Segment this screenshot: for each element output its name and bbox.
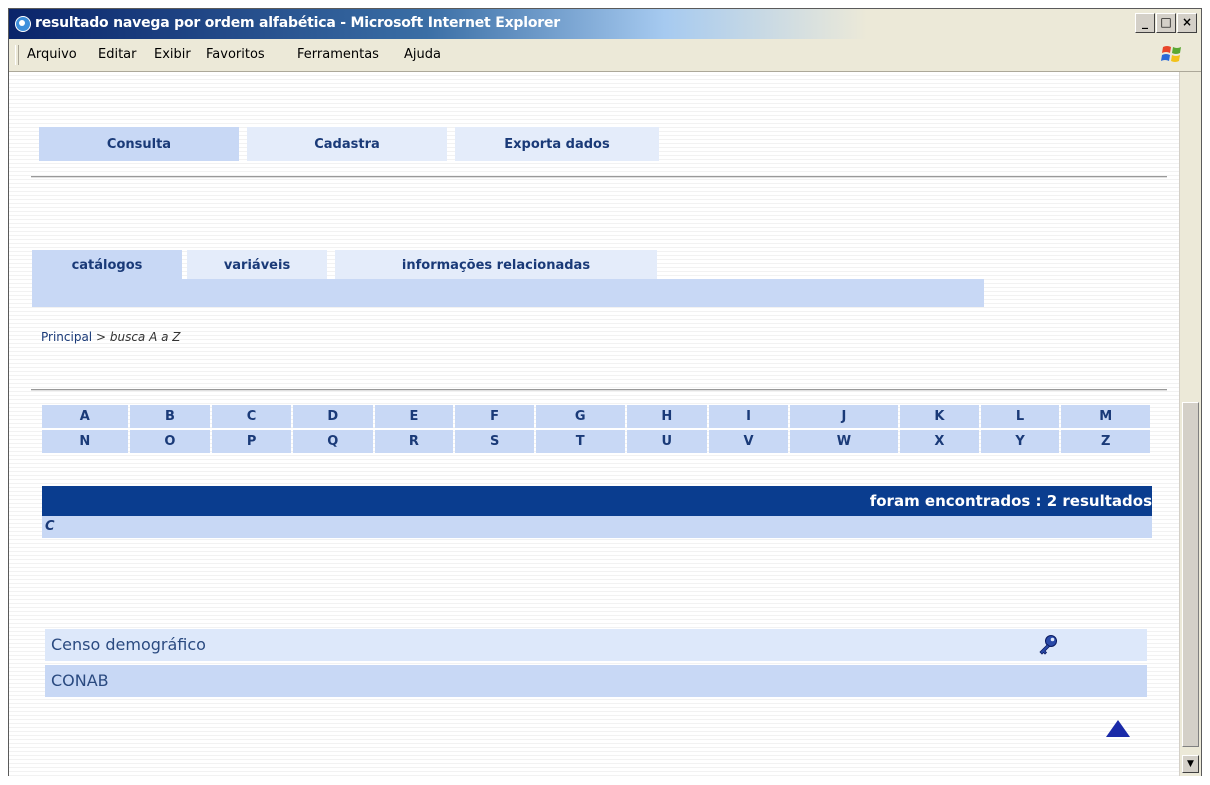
letter-link-o[interactable]: O (129, 430, 211, 453)
subtab-content-bar (32, 279, 984, 307)
key-icon[interactable] (1037, 634, 1059, 656)
letter-link-h[interactable]: H (626, 405, 708, 428)
top-divider (31, 176, 1167, 178)
alphabet-row-1: A B C D E F G H I J K L M (42, 405, 1150, 428)
letter-link-d[interactable]: D (292, 405, 373, 428)
minimize-button[interactable]: _ (1135, 13, 1155, 33)
letter-link-u[interactable]: U (626, 430, 708, 453)
letter-link-b[interactable]: B (129, 405, 211, 428)
letter-link-s[interactable]: S (455, 430, 534, 453)
letter-link-v[interactable]: V (709, 430, 788, 453)
letter-link-i[interactable]: I (709, 405, 788, 428)
letter-link-j[interactable]: J (789, 405, 899, 428)
alphabet-index: A B C D E F G H I J K L M N O P Q R S T … (42, 405, 1150, 455)
result-link-censo-demografico[interactable]: Censo demográfico (51, 635, 206, 654)
menu-editar[interactable]: Editar (98, 47, 137, 62)
close-button[interactable]: × (1177, 13, 1197, 33)
menu-ferramentas[interactable]: Ferramentas (297, 47, 379, 62)
result-row: CONAB (45, 665, 1147, 697)
alphabet-divider (31, 389, 1167, 391)
windows-logo-icon (1161, 46, 1181, 62)
letter-link-l[interactable]: L (980, 405, 1060, 428)
breadcrumb-separator: > (95, 330, 107, 344)
menu-bar: Arquivo Editar Exibir Favoritos Ferramen… (9, 39, 1201, 72)
letter-link-r[interactable]: R (374, 430, 454, 453)
browser-window: resultado navega por ordem alfabética - … (8, 8, 1202, 776)
tab-informacoes-relacionadas[interactable]: informações relacionadas (335, 250, 657, 280)
letter-link-g[interactable]: G (535, 405, 625, 428)
menu-arquivo[interactable]: Arquivo (27, 47, 77, 62)
tab-cadastra[interactable]: Cadastra (247, 127, 447, 161)
maximize-button[interactable]: □ (1156, 13, 1176, 33)
page-content: Consulta Cadastra Exporta dados catálogo… (9, 72, 1179, 776)
letter-link-e[interactable]: E (374, 405, 454, 428)
tab-catalogos[interactable]: catálogos (32, 250, 182, 280)
result-group-letter: C (45, 519, 55, 534)
tab-consulta[interactable]: Consulta (39, 127, 239, 161)
toolbar-grip[interactable] (15, 45, 19, 65)
letter-link-k[interactable]: K (900, 405, 979, 428)
tab-variaveis[interactable]: variáveis (187, 250, 327, 280)
menu-ajuda[interactable]: Ajuda (404, 47, 441, 62)
results-summary-bar: foram encontrados : 2 resultados (42, 486, 1152, 516)
letter-link-y[interactable]: Y (980, 430, 1060, 453)
letter-link-t[interactable]: T (535, 430, 625, 453)
alphabet-row-2: N O P Q R S T U V W X Y Z (42, 430, 1150, 453)
letter-link-p[interactable]: P (212, 430, 291, 453)
results-count-text: foram encontrados : 2 resultados (869, 492, 1152, 510)
result-link-conab[interactable]: CONAB (51, 671, 109, 690)
result-row: Censo demográfico (45, 629, 1147, 661)
title-bar[interactable]: resultado navega por ordem alfabética - … (9, 9, 1201, 39)
letter-link-f[interactable]: F (455, 405, 534, 428)
letter-link-q[interactable]: Q (292, 430, 373, 453)
letter-link-m[interactable]: M (1061, 405, 1150, 428)
letter-link-w[interactable]: W (789, 430, 899, 453)
menu-favoritos[interactable]: Favoritos (206, 47, 265, 62)
vertical-scrollbar[interactable]: ▼ (1179, 72, 1201, 776)
letter-link-z[interactable]: Z (1061, 430, 1150, 453)
result-group-header: C (42, 516, 1152, 538)
tab-exporta-dados[interactable]: Exporta dados (455, 127, 659, 161)
arrow-up-icon[interactable] (1106, 720, 1130, 737)
scroll-down-button[interactable]: ▼ (1182, 755, 1199, 773)
scrollbar-thumb[interactable] (1182, 402, 1199, 747)
ie-page-icon (15, 16, 31, 32)
breadcrumb-current: busca A a Z (109, 330, 181, 344)
letter-link-n[interactable]: N (42, 430, 128, 453)
letter-link-c[interactable]: C (212, 405, 291, 428)
breadcrumb-home-link[interactable]: Principal (41, 330, 92, 344)
breadcrumb: Principal > busca A a Z (41, 330, 181, 344)
menu-exibir[interactable]: Exibir (154, 47, 191, 62)
window-title: resultado navega por ordem alfabética - … (35, 15, 560, 31)
letter-link-x[interactable]: X (900, 430, 979, 453)
letter-link-a[interactable]: A (42, 405, 128, 428)
